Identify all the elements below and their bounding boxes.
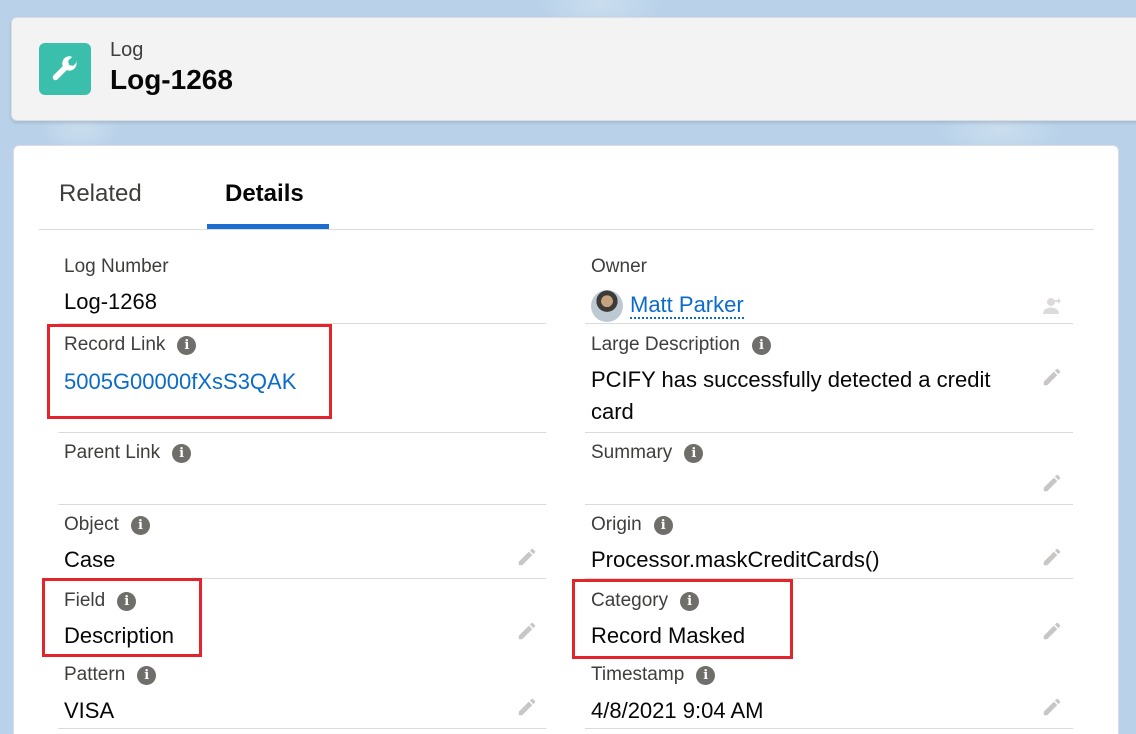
active-tab-indicator bbox=[207, 224, 329, 229]
pencil-icon[interactable] bbox=[516, 620, 538, 642]
pencil-icon[interactable] bbox=[1041, 366, 1063, 388]
field-label: Parent Link i bbox=[64, 442, 192, 464]
divider bbox=[58, 323, 546, 324]
divider bbox=[58, 578, 546, 579]
field-label: Log Number bbox=[64, 256, 169, 277]
owner-value: Matt Parker bbox=[591, 290, 744, 322]
field-label: Category i bbox=[591, 590, 700, 612]
wrench-icon bbox=[39, 43, 91, 95]
info-icon[interactable]: i bbox=[751, 335, 771, 355]
field-label: Origin i bbox=[591, 514, 673, 536]
field-label: Summary i bbox=[591, 442, 704, 464]
field-value: VISA bbox=[64, 698, 115, 723]
object-type-label: Log bbox=[110, 39, 144, 61]
avatar[interactable] bbox=[591, 290, 623, 322]
field-label: Record Link i bbox=[64, 334, 197, 356]
field-value: Case bbox=[64, 547, 116, 572]
field-label: Field i bbox=[64, 590, 137, 612]
field-value: Processor.maskCreditCards() bbox=[591, 547, 880, 572]
tab-bar: Related Details bbox=[39, 146, 1094, 230]
divider bbox=[585, 323, 1073, 324]
field-value: PCIFY has successfully detected a credit… bbox=[591, 367, 991, 424]
info-icon[interactable]: i bbox=[117, 591, 137, 611]
field-value: Description bbox=[64, 623, 175, 648]
info-icon[interactable]: i bbox=[684, 443, 704, 463]
field-label: Pattern i bbox=[64, 664, 157, 686]
field-label: Owner bbox=[591, 256, 647, 277]
info-icon[interactable]: i bbox=[680, 591, 700, 611]
pencil-icon[interactable] bbox=[1041, 546, 1063, 568]
pencil-icon[interactable] bbox=[516, 546, 538, 568]
divider bbox=[58, 728, 546, 729]
record-title: Log-1268 bbox=[110, 64, 233, 95]
pencil-icon[interactable] bbox=[516, 696, 538, 718]
info-icon[interactable]: i bbox=[653, 515, 673, 535]
record-header: Log Log-1268 bbox=[11, 17, 1136, 121]
record-link-value[interactable]: 5005G00000fXsS3QAK bbox=[64, 369, 296, 395]
tab-details[interactable]: Details bbox=[225, 180, 304, 208]
change-owner-icon[interactable] bbox=[1041, 294, 1065, 318]
field-value: Log-1268 bbox=[64, 289, 157, 314]
pencil-icon[interactable] bbox=[1041, 472, 1063, 494]
divider bbox=[585, 578, 1073, 579]
divider bbox=[585, 504, 1073, 505]
divider bbox=[585, 432, 1073, 433]
info-icon[interactable]: i bbox=[696, 665, 716, 685]
divider bbox=[58, 504, 546, 505]
pencil-icon[interactable] bbox=[1041, 620, 1063, 642]
info-icon[interactable]: i bbox=[172, 443, 192, 463]
info-icon[interactable]: i bbox=[137, 665, 157, 685]
field-value: Record Masked bbox=[591, 623, 746, 648]
field-label: Timestamp i bbox=[591, 664, 716, 686]
field-label: Large Description i bbox=[591, 334, 771, 356]
divider bbox=[58, 432, 546, 433]
info-icon[interactable]: i bbox=[177, 335, 197, 355]
info-icon[interactable]: i bbox=[130, 515, 150, 535]
pencil-icon[interactable] bbox=[1041, 696, 1063, 718]
divider bbox=[585, 728, 1073, 729]
tab-related[interactable]: Related bbox=[59, 180, 142, 208]
field-value: 4/8/2021 9:04 AM bbox=[591, 698, 764, 723]
field-label: Object i bbox=[64, 514, 150, 536]
details-card: Related Details bbox=[13, 145, 1119, 734]
owner-link[interactable]: Matt Parker bbox=[630, 293, 744, 319]
